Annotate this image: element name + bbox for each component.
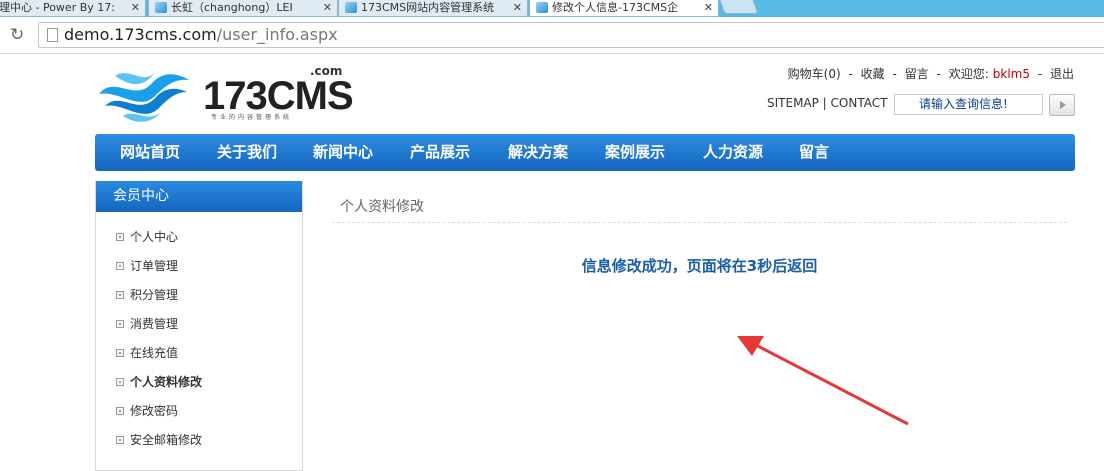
annotation-arrow-icon — [737, 336, 909, 426]
